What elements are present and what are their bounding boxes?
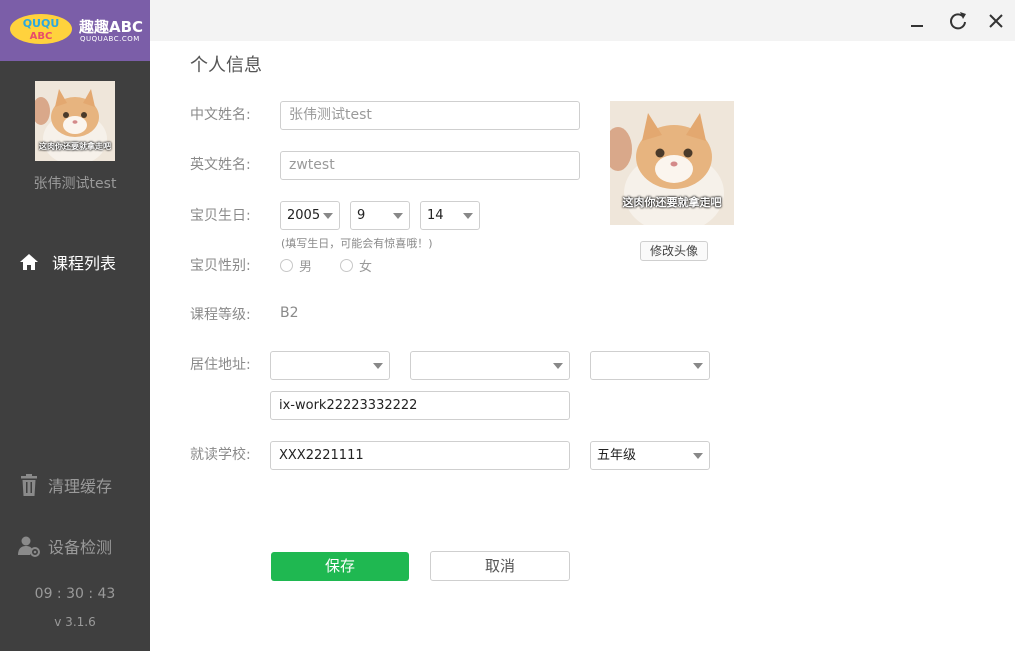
birth-day-value: 14 [427, 208, 444, 223]
user-gear-icon [18, 535, 40, 557]
sidebar-item-courses[interactable]: 课程列表 [0, 244, 150, 280]
school-field[interactable]: XXX2221111 [270, 441, 570, 470]
sidebar-item-label: 课程列表 [52, 254, 117, 273]
avatar-caption: 这肉你还要就拿走吧 [39, 142, 111, 151]
radio-circle [280, 259, 293, 272]
brand-logo-icon: QUQU ABC [10, 14, 72, 44]
home-icon [18, 251, 40, 273]
chevron-down-icon [693, 363, 703, 369]
page-title: 个人信息 [190, 55, 262, 76]
chevron-down-icon [463, 213, 473, 219]
district-select[interactable] [590, 351, 710, 380]
grade-select[interactable]: 五年级 [590, 441, 710, 470]
brand-name: 趣趣ABC [79, 18, 144, 36]
change-avatar-button[interactable]: 修改头像 [640, 241, 708, 261]
user-name: 张伟测试test [33, 176, 117, 192]
brand-header: QUQU ABC 趣趣ABC QUQUABC.COM [0, 0, 150, 61]
gender-female-label: 女 [359, 260, 373, 275]
grade-value: 五年级 [597, 448, 637, 463]
birthday-label: 宝贝生日: [190, 208, 251, 224]
refresh-icon [950, 12, 966, 30]
minimize-button[interactable] [906, 10, 928, 32]
gender-male-label: 男 [299, 260, 313, 275]
sidebar-item-label: 清理缓存 [48, 477, 113, 496]
clock: 09 : 30 : 43 [34, 586, 116, 602]
trash-icon [18, 474, 40, 496]
title-bar [150, 0, 1015, 41]
address-label: 居住地址: [190, 357, 251, 373]
radio-circle [340, 259, 353, 272]
birthday-hint: (填写生日，可能会有惊喜哦！) [281, 237, 433, 250]
sidebar-item-label: 设备检测 [48, 538, 113, 557]
close-button[interactable] [985, 10, 1007, 32]
chevron-down-icon [393, 213, 403, 219]
birth-month-select[interactable]: 9 [350, 201, 410, 230]
sidebar: QUQU ABC 趣趣ABC QUQUABC.COM 这肉你还要就拿走吧 张伟测… [0, 0, 150, 651]
gender-label: 宝贝性别: [190, 258, 251, 274]
brand-url: QUQUABC.COM [80, 35, 140, 43]
svg-text:QUQU: QUQU [23, 17, 60, 30]
cancel-button[interactable]: 取消 [430, 551, 570, 581]
minimize-icon [911, 25, 923, 27]
birth-year-select[interactable]: 2005 [280, 201, 340, 230]
app-version: v 3.1.6 [54, 615, 96, 629]
level-value: B2 [280, 305, 299, 321]
chinese-name-label: 中文姓名: [190, 107, 251, 123]
gender-female-radio[interactable]: 女 [340, 256, 372, 275]
profile-avatar: 这肉你还要就拿走吧 [610, 101, 734, 225]
chevron-down-icon [553, 363, 563, 369]
close-icon [989, 14, 1003, 28]
english-name-field[interactable]: zwtest [280, 151, 580, 180]
school-label: 就读学校: [190, 447, 251, 463]
address-detail-field[interactable]: ix-work22223332222 [270, 391, 570, 420]
chevron-down-icon [323, 213, 333, 219]
birth-month-value: 9 [357, 208, 366, 223]
chevron-down-icon [693, 453, 703, 459]
province-select[interactable] [270, 351, 390, 380]
chinese-name-field[interactable]: 张伟测试test [280, 101, 580, 130]
sidebar-item-clear-cache[interactable]: 清理缓存 [0, 467, 150, 503]
save-button[interactable]: 保存 [271, 552, 409, 581]
english-name-label: 英文姓名: [190, 157, 251, 173]
avatar-caption: 这肉你还要就拿走吧 [622, 196, 722, 209]
level-label: 课程等级: [190, 307, 251, 323]
svg-text:ABC: ABC [30, 31, 53, 42]
birth-day-select[interactable]: 14 [420, 201, 480, 230]
birth-year-value: 2005 [287, 208, 321, 223]
avatar: 这肉你还要就拿走吧 [35, 81, 115, 161]
gender-male-radio[interactable]: 男 [280, 256, 312, 275]
refresh-button[interactable] [947, 10, 969, 32]
sidebar-item-device-check[interactable]: 设备检测 [0, 528, 150, 564]
chevron-down-icon [373, 363, 383, 369]
city-select[interactable] [410, 351, 570, 380]
